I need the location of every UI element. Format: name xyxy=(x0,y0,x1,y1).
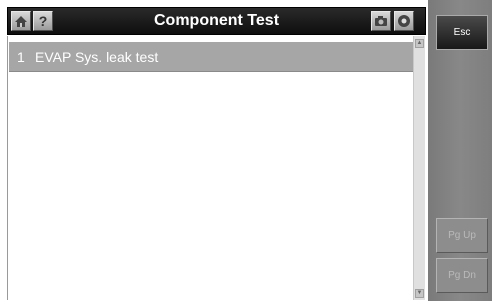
page-up-button[interactable]: Pg Up xyxy=(436,218,488,253)
help-icon: ? xyxy=(38,13,48,29)
scroll-down-arrow[interactable]: ▼ xyxy=(415,289,424,298)
side-panel: Esc Pg Up Pg Dn xyxy=(428,0,492,301)
record-button[interactable] xyxy=(394,11,414,31)
help-button[interactable]: ? xyxy=(33,11,53,31)
camera-icon xyxy=(375,16,387,26)
page-title: Component Test xyxy=(153,12,280,29)
list-item[interactable]: 1 EVAP Sys. leak test xyxy=(9,42,414,72)
scrollbar[interactable]: ▲ ▼ xyxy=(413,36,425,300)
app-screen: ? Component Test 1 EVAP Sys. leak test ▲ xyxy=(0,0,492,301)
home-button[interactable] xyxy=(11,11,31,31)
title-bar: ? Component Test xyxy=(7,7,426,35)
page-down-button[interactable]: Pg Dn xyxy=(436,258,488,293)
arrow-down-icon: ▼ xyxy=(416,290,423,296)
list-item-number: 1 xyxy=(17,48,25,65)
list-item-label: EVAP Sys. leak test xyxy=(35,48,159,65)
screenshot-button[interactable] xyxy=(371,11,391,31)
record-icon xyxy=(398,15,410,27)
arrow-up-icon: ▲ xyxy=(416,40,423,46)
scroll-up-arrow[interactable]: ▲ xyxy=(415,39,424,48)
home-icon xyxy=(15,15,27,27)
component-list: 1 EVAP Sys. leak test ▲ ▼ xyxy=(7,36,426,300)
esc-button[interactable]: Esc xyxy=(436,15,488,50)
